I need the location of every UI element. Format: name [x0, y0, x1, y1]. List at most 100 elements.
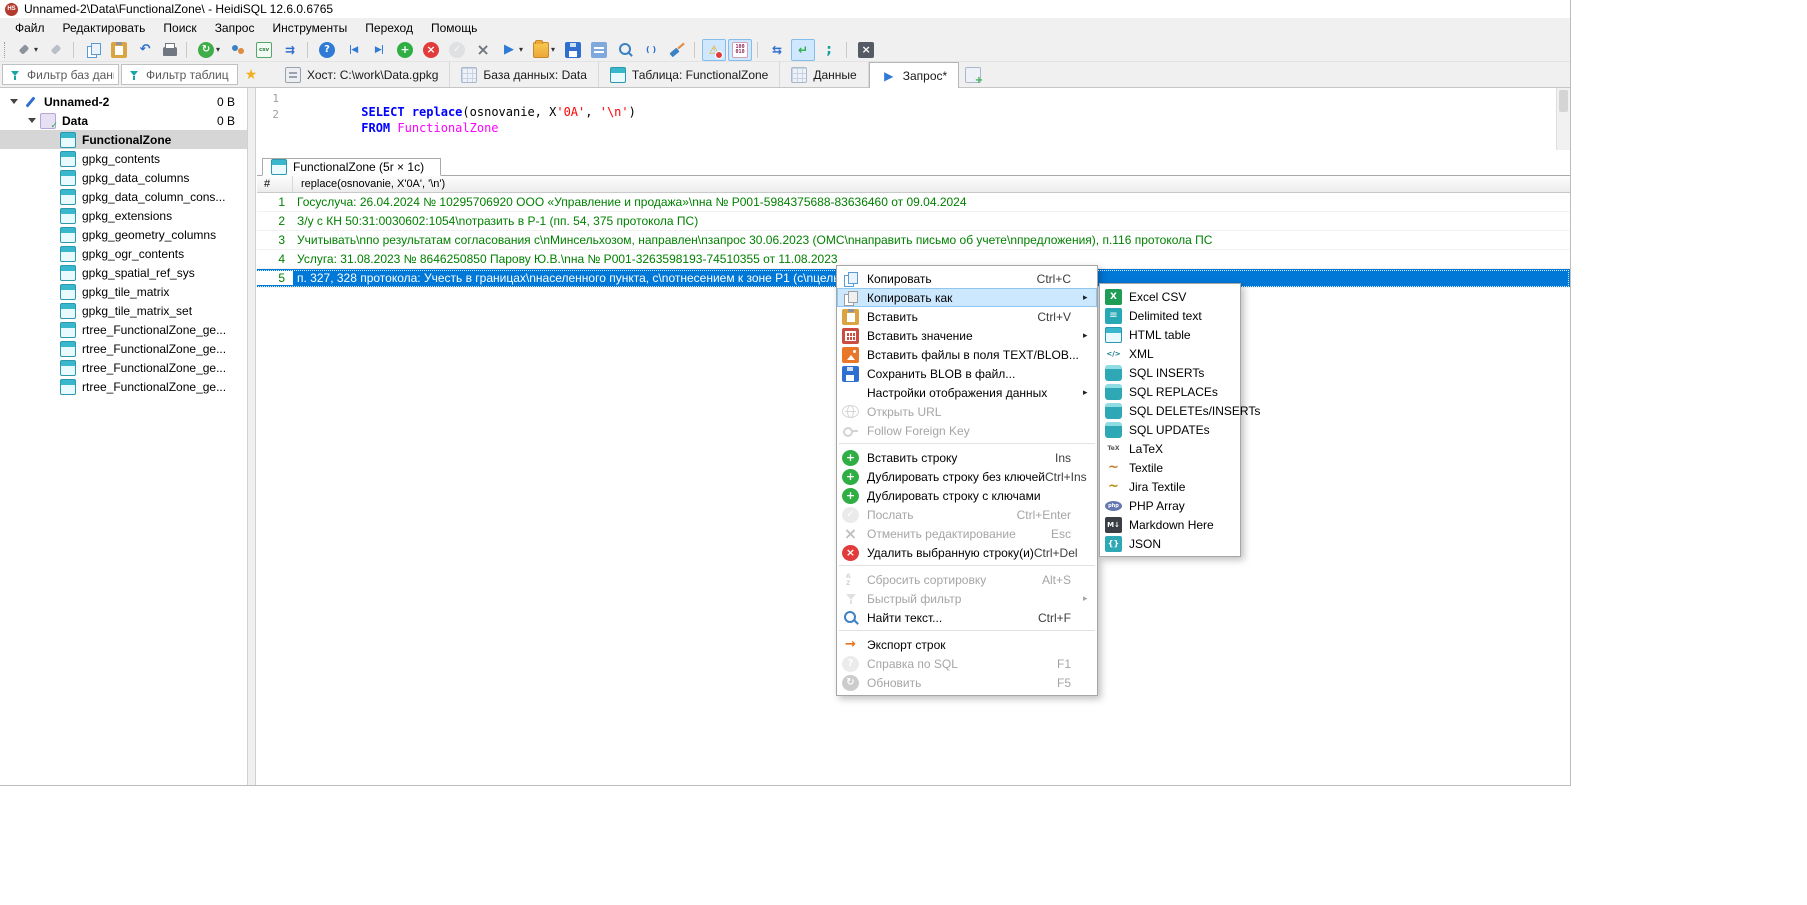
toolbar-button[interactable]	[561, 39, 585, 61]
context-menu-item[interactable]: Вставить строку Ins	[837, 448, 1097, 467]
table-filter-input[interactable]	[146, 68, 233, 82]
toolbar-button[interactable]	[393, 39, 417, 61]
submenu-item[interactable]: HTML table	[1100, 325, 1240, 344]
context-menu-item[interactable]: Найти текст... Ctrl+F	[837, 608, 1097, 627]
submenu-item[interactable]: Markdown Here	[1100, 515, 1240, 534]
toolbar-button[interactable]	[278, 39, 302, 61]
context-menu-item[interactable]: Сохранить BLOB в файл...	[837, 364, 1097, 383]
toolbar-grip[interactable]	[4, 42, 8, 58]
menu-item[interactable]: Поиск	[154, 19, 205, 37]
toolbar-button[interactable]	[765, 39, 789, 61]
submenu-item[interactable]: Textile	[1100, 458, 1240, 477]
toolbar-button[interactable]	[419, 39, 443, 61]
submenu-item[interactable]: LaTeX	[1100, 439, 1240, 458]
results-tab[interactable]: FunctionalZone (5r × 1c)	[262, 158, 441, 176]
toolbar-button[interactable]	[791, 39, 815, 61]
toolbar-button[interactable]	[497, 39, 527, 61]
submenu-item[interactable]: PHP Array	[1100, 496, 1240, 515]
menu-item[interactable]: Помощь	[422, 19, 486, 37]
tree-item[interactable]: rtree_FunctionalZone_ge...	[0, 339, 247, 358]
submenu-item[interactable]: SQL INSERTs	[1100, 363, 1240, 382]
database-filter-input[interactable]	[27, 68, 114, 82]
table-row[interactable]: 1 Госуслуча: 26.04.2024 № 10295706920 ОО…	[257, 193, 1570, 212]
toolbar-button[interactable]	[854, 39, 878, 61]
submenu-item[interactable]: JSON	[1100, 534, 1240, 553]
dropdown-arrow-icon[interactable]	[519, 45, 523, 54]
submenu-item[interactable]: SQL UPDATEs	[1100, 420, 1240, 439]
toolbar-button[interactable]	[81, 39, 105, 61]
context-menu-item[interactable]: Быстрый фильтр	[837, 589, 1097, 608]
submenu-item[interactable]: Jira Textile	[1100, 477, 1240, 496]
menu-item[interactable]: Запрос	[206, 19, 264, 37]
tree-item[interactable]: gpkg_data_column_cons...	[0, 187, 247, 206]
context-menu-item[interactable]: Обновить F5	[837, 673, 1097, 692]
context-menu-item[interactable]: Экспорт строк	[837, 635, 1097, 654]
toolbar-button[interactable]	[194, 39, 224, 61]
tree-item[interactable]: gpkg_data_columns	[0, 168, 247, 187]
toolbar-button[interactable]	[159, 39, 181, 61]
toolbar-button[interactable]	[587, 39, 611, 61]
context-menu-item[interactable]: Копировать как	[837, 288, 1097, 307]
dropdown-arrow-icon[interactable]	[216, 45, 220, 54]
toolbar-button[interactable]	[613, 39, 637, 61]
menu-item[interactable]: Редактировать	[54, 19, 155, 37]
favorites-button[interactable]	[238, 62, 264, 87]
tree-splitter[interactable]	[247, 88, 256, 785]
context-menu-item[interactable]: Настройки отображения данных	[837, 383, 1097, 402]
toolbar-button[interactable]	[728, 39, 752, 61]
dropdown-arrow-icon[interactable]	[551, 45, 555, 54]
context-menu-item[interactable]: Вставить Ctrl+V	[837, 307, 1097, 326]
toolbar-button[interactable]	[639, 39, 663, 61]
context-menu-item[interactable]: Справка по SQL F1	[837, 654, 1097, 673]
toolbar-button[interactable]	[226, 39, 250, 61]
tree-item[interactable]: gpkg_tile_matrix_set	[0, 301, 247, 320]
main-tab[interactable]: Запрос*	[869, 62, 959, 88]
tree-item[interactable]: rtree_FunctionalZone_ge...	[0, 377, 247, 396]
menu-item[interactable]: Инструменты	[263, 19, 356, 37]
context-menu-item[interactable]: Дублировать строку без ключей Ctrl+Ins	[837, 467, 1097, 486]
tree-item[interactable]: gpkg_contents	[0, 149, 247, 168]
toolbar-button[interactable]	[12, 39, 42, 61]
context-menu-item[interactable]: Открыть URL	[837, 402, 1097, 421]
toolbar-button[interactable]	[702, 39, 726, 61]
toolbar-button[interactable]	[252, 39, 276, 61]
expand-chevron-icon[interactable]	[6, 99, 22, 104]
row-number-column-header[interactable]: #	[257, 176, 293, 192]
context-menu-item[interactable]: Follow Foreign Key	[837, 421, 1097, 440]
submenu-item[interactable]: XML	[1100, 344, 1240, 363]
toolbar-button[interactable]	[471, 39, 495, 61]
context-menu-item[interactable]: Сбросить сортировку Alt+S	[837, 570, 1097, 589]
toolbar-button[interactable]	[315, 39, 339, 61]
expand-chevron-icon[interactable]	[24, 118, 40, 123]
tree-item[interactable]: gpkg_tile_matrix	[0, 282, 247, 301]
toolbar-button[interactable]	[133, 39, 157, 61]
toolbar-button[interactable]	[107, 39, 131, 61]
menu-item[interactable]: Файл	[6, 19, 54, 37]
context-menu-item[interactable]: Дублировать строку с ключами	[837, 486, 1097, 505]
context-menu-item[interactable]: Удалить выбранную строку(и) Ctrl+Del	[837, 543, 1097, 562]
dropdown-arrow-icon[interactable]	[34, 45, 38, 54]
submenu-item[interactable]: Delimited text	[1100, 306, 1240, 325]
tree-item[interactable]: rtree_FunctionalZone_ge...	[0, 358, 247, 377]
context-menu-item[interactable]: Копировать Ctrl+C	[837, 269, 1097, 288]
context-menu-item[interactable]: Вставить файлы в поля TEXT/BLOB...	[837, 345, 1097, 364]
toolbar-button[interactable]	[44, 39, 68, 61]
sql-editor[interactable]: 1 SELECT replace(osnovanie, X'0A', '\n')…	[257, 88, 1570, 152]
submenu-item[interactable]: SQL DELETEs/INSERTs	[1100, 401, 1240, 420]
toolbar-button[interactable]	[817, 39, 841, 61]
toolbar-button[interactable]	[665, 39, 689, 61]
tree-item[interactable]: FunctionalZone	[0, 130, 247, 149]
value-column-header[interactable]: replace(osnovanie, X'0A', '\n')	[293, 178, 445, 190]
tree-item[interactable]: gpkg_ogr_contents	[0, 244, 247, 263]
table-row[interactable]: 3 Учитывать\nпо результатам согласования…	[257, 231, 1570, 250]
tree-item[interactable]: Data 0 B	[0, 111, 247, 130]
context-menu-item[interactable]: Отменить редактирование Esc	[837, 524, 1097, 543]
editor-scrollbar[interactable]	[1556, 88, 1570, 150]
menu-item[interactable]: Переход	[356, 19, 422, 37]
table-row[interactable]: 2 З/у с КН 50:31:0030602:1054\nотразить …	[257, 212, 1570, 231]
toolbar-button[interactable]	[367, 39, 391, 61]
toolbar-button[interactable]	[445, 39, 469, 61]
tree-item[interactable]: gpkg_geometry_columns	[0, 225, 247, 244]
tree-item[interactable]: gpkg_extensions	[0, 206, 247, 225]
context-menu-item[interactable]: Вставить значение	[837, 326, 1097, 345]
